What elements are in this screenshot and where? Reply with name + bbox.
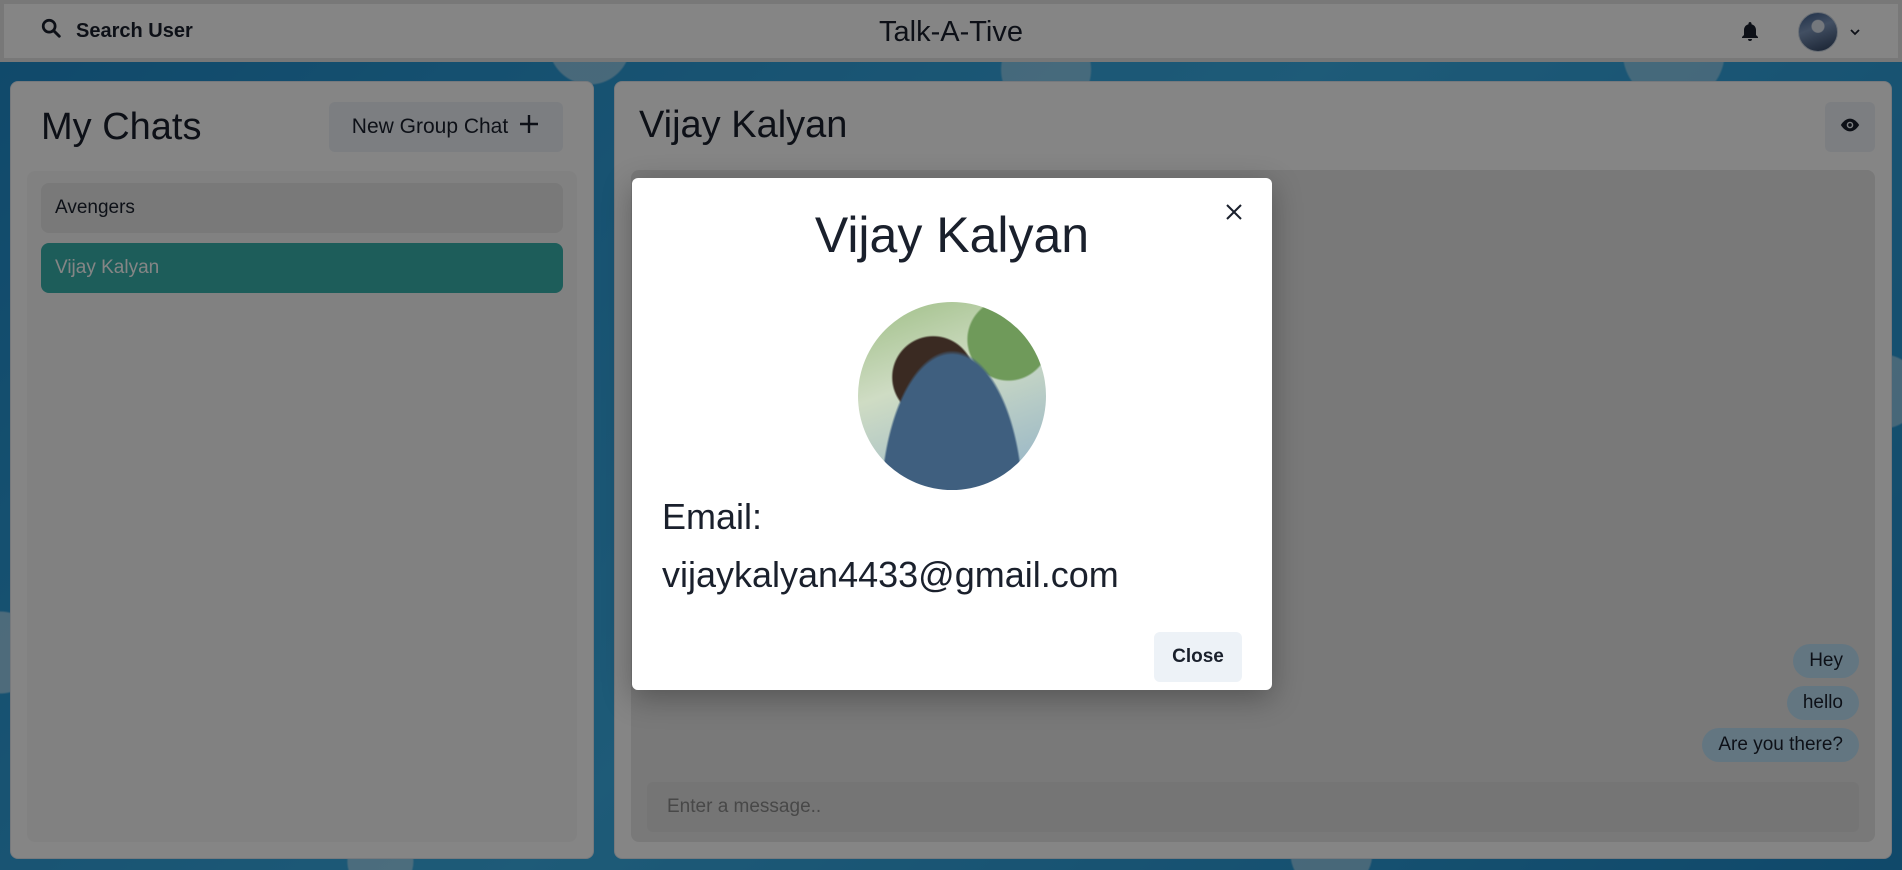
profile-modal: Vijay Kalyan Email: vijaykalyan4433@gmai… <box>632 178 1272 690</box>
profile-picture <box>858 302 1046 490</box>
email-label: Email: <box>662 496 763 537</box>
modal-title: Vijay Kalyan <box>814 207 1090 263</box>
close-icon[interactable] <box>1218 196 1250 228</box>
close-button[interactable]: Close <box>1154 632 1242 682</box>
email-value: vijaykalyan4433@gmail.com <box>662 554 1119 595</box>
